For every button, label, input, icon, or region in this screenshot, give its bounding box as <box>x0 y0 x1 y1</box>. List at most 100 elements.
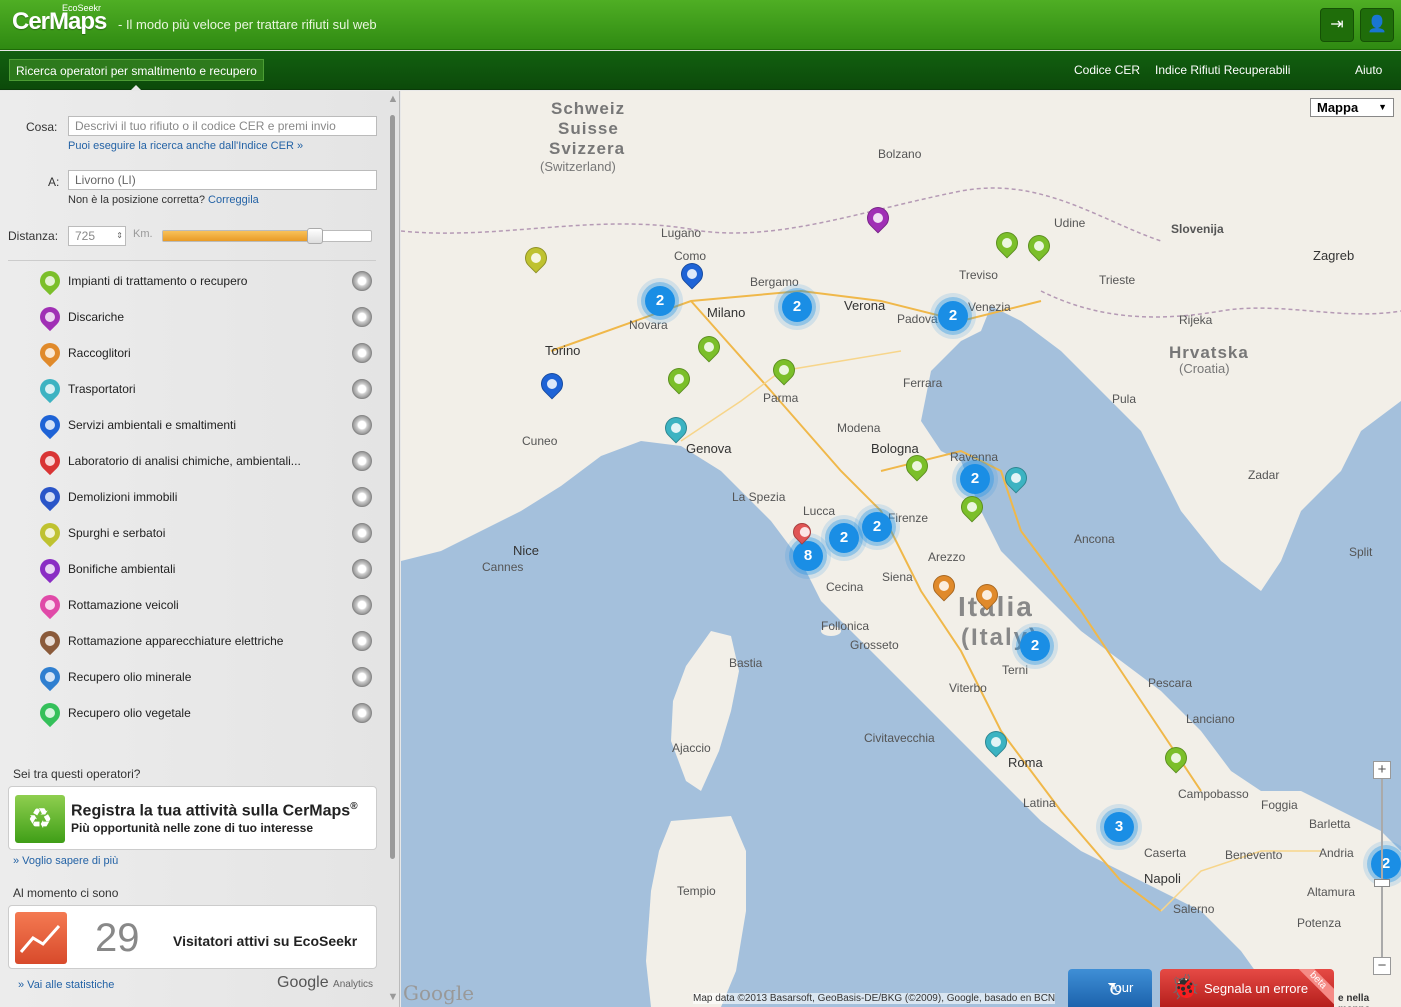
map-canvas[interactable]: Schweiz Suisse Svizzera (Switzerland) It… <box>401 91 1401 1007</box>
category-row[interactable]: Impianti di trattamento o recupero <box>0 263 390 299</box>
category-toggle[interactable] <box>352 631 372 651</box>
register-title-mark: ® <box>350 801 358 812</box>
category-pin-icon <box>35 446 65 476</box>
map-label-zadar: Zadar <box>1248 468 1280 482</box>
category-row[interactable]: Servizi ambientali e smaltimenti <box>0 407 390 443</box>
visitor-count: 29 <box>95 916 140 960</box>
tab-ricerca-operatori[interactable]: Ricerca operatori per smaltimento e recu… <box>9 59 264 81</box>
google-map-logo[interactable]: Google <box>403 981 474 1005</box>
cosa-input[interactable]: Descrivi il tuo rifiuto o il codice CER … <box>68 116 377 136</box>
map-cluster[interactable]: 3 <box>1104 812 1134 842</box>
category-toggle[interactable] <box>352 667 372 687</box>
category-label: Servizi ambientali e smaltimenti <box>68 418 237 432</box>
map-cluster[interactable]: 2 <box>938 301 968 331</box>
category-toggle[interactable] <box>352 487 372 507</box>
position-fix-link[interactable]: Correggila <box>208 194 259 206</box>
scroll-up-icon[interactable]: ▲ <box>386 93 400 105</box>
stepper-icon[interactable]: ⇕ <box>116 227 123 245</box>
category-row[interactable]: Trasportatori <box>0 371 390 407</box>
distance-slider-handle[interactable] <box>306 228 323 244</box>
login-icon: ⇥ <box>1330 16 1344 33</box>
category-toggle[interactable] <box>352 307 372 327</box>
map-label-barletta: Barletta <box>1309 817 1351 831</box>
cosa-hint-link[interactable]: Puoi eseguire la ricerca anche dall'Indi… <box>68 140 303 152</box>
map-label-parma: Parma <box>763 391 799 405</box>
map-label-genova: Genova <box>686 441 732 456</box>
category-row[interactable]: Rottamazione veicoli <box>0 587 390 623</box>
distance-input[interactable]: 725 ⇕ <box>68 226 126 246</box>
stats-intro: Al momento ci sono <box>13 886 119 900</box>
category-toggle[interactable] <box>352 523 372 543</box>
category-toggle[interactable] <box>352 415 372 435</box>
category-row[interactable]: Demolizioni immobili <box>0 479 390 515</box>
map-label-ajaccio: Ajaccio <box>672 741 711 755</box>
map-label-novara: Novara <box>629 318 668 332</box>
sidebar-scrollbar[interactable]: ▲ ▼ <box>386 91 400 1007</box>
map-cluster[interactable]: 2 <box>960 464 990 494</box>
category-row[interactable]: Laboratorio di analisi chimiche, ambient… <box>0 443 390 479</box>
learn-more-link[interactable]: » Voglio sapere di più <box>13 855 118 867</box>
visitors-box: 29 Visitatori attivi su EcoSeekr <box>8 905 377 969</box>
map-label-benevento: Benevento <box>1225 848 1283 862</box>
category-pin-icon <box>35 590 65 620</box>
map-label-bologna: Bologna <box>871 441 919 456</box>
zoom-control[interactable]: + − <box>1373 761 1391 977</box>
map-cluster[interactable]: 2 <box>862 512 892 542</box>
category-pin-icon <box>35 338 65 368</box>
distance-unit: Km. <box>133 228 153 240</box>
category-row[interactable]: Rottamazione apparecchiature elettriche <box>0 623 390 659</box>
category-toggle[interactable] <box>352 703 372 723</box>
register-user-button[interactable]: 👤 <box>1360 8 1394 42</box>
cermaps-logo[interactable]: CerMaps EcoSeekr <box>12 3 107 42</box>
tour-button[interactable]: ↻ Tour <box>1068 969 1152 1007</box>
zoom-track[interactable] <box>1381 779 1383 959</box>
category-toggle[interactable] <box>352 379 372 399</box>
map-cluster[interactable]: 2 <box>782 292 812 322</box>
map-label-rijeka: Rijeka <box>1179 313 1213 327</box>
category-toggle[interactable] <box>352 451 372 471</box>
map-label-treviso: Treviso <box>959 268 998 282</box>
position-question: Non è la posizione corretta? Correggila <box>68 194 259 206</box>
analytics-text: Analytics <box>333 979 374 990</box>
zoom-in-button[interactable]: + <box>1373 761 1391 779</box>
map-geography <box>401 91 1401 1007</box>
map-attribution-right[interactable]: e nella mappa <box>1338 993 1401 1007</box>
nav-indice-rifiuti[interactable]: Indice Rifiuti Recuperabili <box>1155 63 1290 77</box>
category-toggle[interactable] <box>352 559 372 579</box>
map-cluster[interactable]: 8 <box>793 541 823 571</box>
map-label-switzerland: (Switzerland) <box>540 159 616 174</box>
category-toggle[interactable] <box>352 595 372 615</box>
category-toggle[interactable] <box>352 271 372 291</box>
map-label-pula: Pula <box>1112 392 1137 406</box>
map-label-ravenna: Ravenna <box>950 450 999 464</box>
zoom-out-button[interactable]: − <box>1373 957 1391 975</box>
category-row[interactable]: Spurghi e serbatoi <box>0 515 390 551</box>
scroll-thumb[interactable] <box>390 115 395 859</box>
category-row[interactable]: Recupero olio vegetale <box>0 695 390 731</box>
scroll-down-icon[interactable]: ▼ <box>386 991 400 1003</box>
zoom-slider-handle[interactable] <box>1374 879 1390 887</box>
map-cluster[interactable]: 2 <box>829 523 859 553</box>
nav-aiuto[interactable]: Aiuto <box>1355 63 1382 77</box>
category-label: Recupero olio vegetale <box>68 706 191 720</box>
analytics-brand: Google <box>277 974 329 991</box>
category-row[interactable]: Raccoglitori <box>0 335 390 371</box>
report-error-button[interactable]: 🐞 Segnala un errore beta <box>1160 969 1334 1007</box>
map-cluster[interactable]: 2 <box>1020 631 1050 661</box>
map-label-terni: Terni <box>1002 663 1029 677</box>
nav-codice-cer[interactable]: Codice CER <box>1074 63 1140 77</box>
category-row[interactable]: Bonifiche ambientali <box>0 551 390 587</box>
map-type-select[interactable]: Mappa ▼ <box>1310 98 1394 117</box>
distance-slider[interactable] <box>162 228 372 244</box>
statistics-link[interactable]: » Vai alle statistiche <box>18 979 114 991</box>
register-business-box[interactable]: ♻ Registra la tua attività sulla CerMaps… <box>8 786 377 850</box>
map-cluster[interactable]: 2 <box>645 286 675 316</box>
category-label: Recupero olio minerale <box>68 670 192 684</box>
location-input[interactable]: Livorno (LI) <box>68 170 377 190</box>
category-row[interactable]: Discariche <box>0 299 390 335</box>
map-label-viterbo: Viterbo <box>949 681 987 695</box>
category-toggle[interactable] <box>352 343 372 363</box>
category-label: Raccoglitori <box>68 346 131 360</box>
login-button[interactable]: ⇥ <box>1320 8 1354 42</box>
category-row[interactable]: Recupero olio minerale <box>0 659 390 695</box>
